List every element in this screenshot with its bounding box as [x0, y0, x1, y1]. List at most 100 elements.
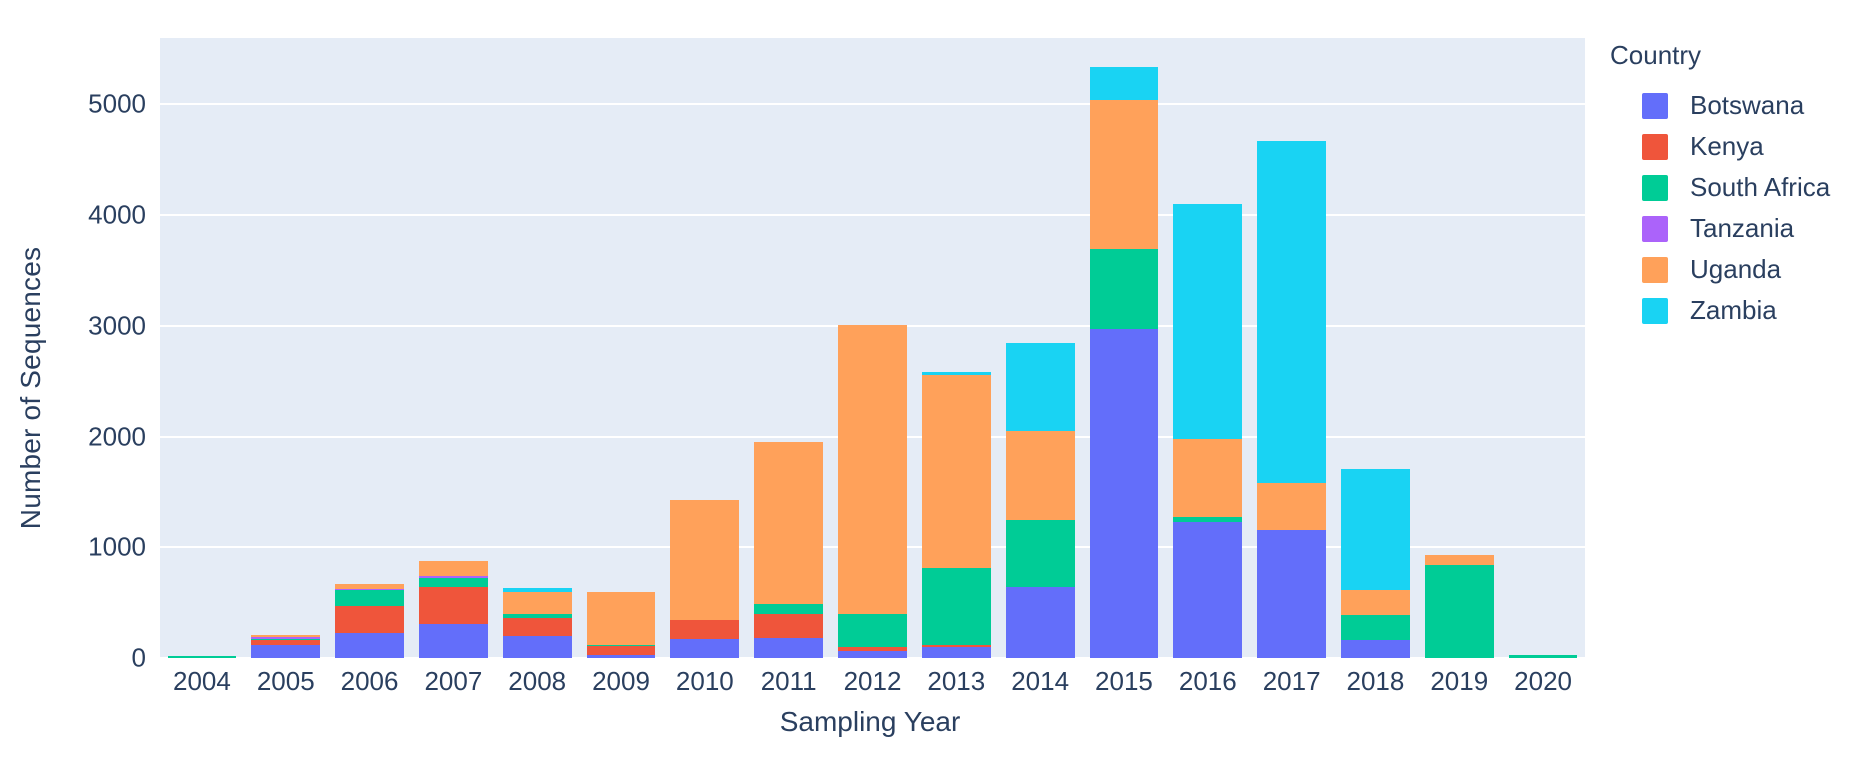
plot-area	[160, 38, 1585, 659]
bar-segment-south-africa[interactable]	[1089, 249, 1159, 330]
bar-segment-botswana[interactable]	[921, 647, 991, 658]
bar-2017[interactable]	[1257, 141, 1326, 658]
y-tick-label: 4000	[88, 199, 146, 230]
bar-2006[interactable]	[335, 584, 404, 658]
gridline	[160, 214, 1585, 217]
bar-segment-zambia[interactable]	[1005, 342, 1075, 432]
bar-segment-south-africa[interactable]	[754, 604, 824, 615]
x-tick-label: 2017	[1262, 666, 1321, 696]
bar-segment-uganda[interactable]	[502, 591, 572, 615]
x-tick-label: 2014	[1011, 666, 1070, 696]
bar-segment-botswana[interactable]	[1089, 329, 1159, 658]
legend-swatch-icon	[1642, 256, 1668, 283]
bar-segment-south-africa[interactable]	[1005, 519, 1075, 588]
bar-2018[interactable]	[1341, 468, 1410, 658]
bar-segment-botswana[interactable]	[838, 651, 907, 658]
bar-segment-botswana[interactable]	[1341, 639, 1410, 658]
bar-segment-uganda[interactable]	[419, 560, 488, 577]
bar-2019[interactable]	[1424, 555, 1494, 658]
y-tick-label: 1000	[88, 531, 146, 562]
legend-item-south-africa[interactable]: South Africa	[1608, 167, 1866, 208]
bar-segment-uganda[interactable]	[670, 499, 740, 621]
bar-2016[interactable]	[1173, 204, 1243, 658]
legend-item-label: Zambia	[1690, 295, 1777, 325]
bar-segment-uganda[interactable]	[1257, 483, 1326, 530]
bar-segment-zambia[interactable]	[1341, 468, 1410, 591]
legend-swatch-icon	[1642, 133, 1668, 160]
legend-item-label: Botswana	[1690, 90, 1805, 120]
bar-segment-botswana[interactable]	[754, 638, 824, 658]
bar-segment-uganda[interactable]	[1424, 555, 1494, 566]
bar-segment-uganda[interactable]	[1341, 590, 1410, 616]
bar-segment-botswana[interactable]	[670, 639, 740, 658]
bar-segment-south-africa[interactable]	[1341, 615, 1410, 640]
bar-segment-uganda[interactable]	[1005, 431, 1075, 520]
legend-item-label: Kenya	[1690, 131, 1764, 161]
bar-segment-kenya[interactable]	[335, 605, 404, 634]
bar-segment-south-africa[interactable]	[921, 568, 991, 645]
bar-2009[interactable]	[586, 591, 656, 658]
bar-segment-zambia[interactable]	[1173, 204, 1243, 439]
legend-items: Botswana Kenya South Africa Tanzania Uganda Z…	[1608, 85, 1866, 331]
bar-2011[interactable]	[754, 441, 824, 658]
legend-item-uganda[interactable]: Uganda	[1608, 249, 1866, 290]
legend-item-label: Tanzania	[1690, 213, 1795, 243]
bar-segment-kenya[interactable]	[419, 587, 488, 624]
bar-2008[interactable]	[502, 588, 572, 658]
y-tick-label: 5000	[88, 88, 146, 119]
bar-2010[interactable]	[670, 499, 740, 658]
bar-segment-uganda[interactable]	[1089, 100, 1159, 250]
x-tick-label: 2004	[172, 666, 231, 696]
bar-segment-botswana[interactable]	[1173, 521, 1243, 658]
bar-segment-south-africa[interactable]	[838, 613, 907, 647]
legend-item-tanzania[interactable]: Tanzania	[1608, 208, 1866, 249]
legend-title: Country	[1610, 40, 1702, 70]
bar-segment-uganda[interactable]	[838, 324, 907, 614]
bar-segment-south-africa[interactable]	[335, 590, 404, 606]
bar-segment-botswana[interactable]	[251, 645, 321, 658]
bar-segment-uganda[interactable]	[586, 591, 656, 645]
bar-segment-botswana[interactable]	[502, 635, 572, 658]
bar-segment-uganda[interactable]	[921, 374, 991, 569]
legend-item-label: Uganda	[1690, 254, 1782, 284]
y-tick-label: 3000	[88, 310, 146, 341]
legend-item-zambia[interactable]: Zambia	[1608, 290, 1866, 331]
bar-segment-south-africa[interactable]	[167, 656, 237, 658]
bar-segment-uganda[interactable]	[754, 441, 824, 605]
bar-segment-kenya[interactable]	[670, 620, 740, 640]
bar-2014[interactable]	[1005, 342, 1075, 658]
bar-segment-zambia[interactable]	[1257, 141, 1326, 484]
bar-segment-botswana[interactable]	[1005, 587, 1075, 658]
bar-segment-kenya[interactable]	[502, 617, 572, 636]
bar-2012[interactable]	[838, 324, 907, 658]
bar-2013[interactable]	[921, 372, 991, 658]
bar-segment-kenya[interactable]	[586, 645, 656, 656]
x-tick-label: 2006	[340, 666, 399, 696]
bar-segment-botswana[interactable]	[586, 655, 656, 658]
x-tick-label: 2019	[1430, 666, 1489, 696]
bar-segment-south-africa[interactable]	[1424, 565, 1494, 658]
bar-2007[interactable]	[419, 560, 488, 658]
bar-2020[interactable]	[1508, 655, 1578, 658]
x-tick-label: 2013	[927, 666, 986, 696]
bar-segment-botswana[interactable]	[1257, 529, 1326, 658]
x-tick-label: 2009	[592, 666, 650, 696]
bar-2015[interactable]	[1089, 66, 1159, 658]
x-tick-label: 2008	[508, 666, 567, 696]
x-axis-title: Sampling Year	[779, 706, 961, 737]
bar-segment-botswana[interactable]	[419, 623, 488, 658]
legend-swatch-icon	[1642, 92, 1668, 119]
bar-segment-uganda[interactable]	[1173, 438, 1243, 518]
bar-segment-botswana[interactable]	[335, 633, 404, 658]
bar-segment-south-africa[interactable]	[1508, 655, 1578, 658]
bar-segment-kenya[interactable]	[754, 614, 824, 639]
bar-2005[interactable]	[251, 634, 321, 658]
legend-swatch-icon	[1642, 297, 1668, 324]
bar-segment-south-africa[interactable]	[419, 578, 488, 588]
bar-segment-zambia[interactable]	[1089, 66, 1159, 101]
bar-2004[interactable]	[167, 656, 237, 658]
x-tick-label: 2011	[760, 666, 817, 696]
x-tick-label: 2018	[1346, 666, 1405, 696]
legend-item-kenya[interactable]: Kenya	[1608, 126, 1866, 167]
legend-item-botswana[interactable]: Botswana	[1608, 85, 1866, 126]
